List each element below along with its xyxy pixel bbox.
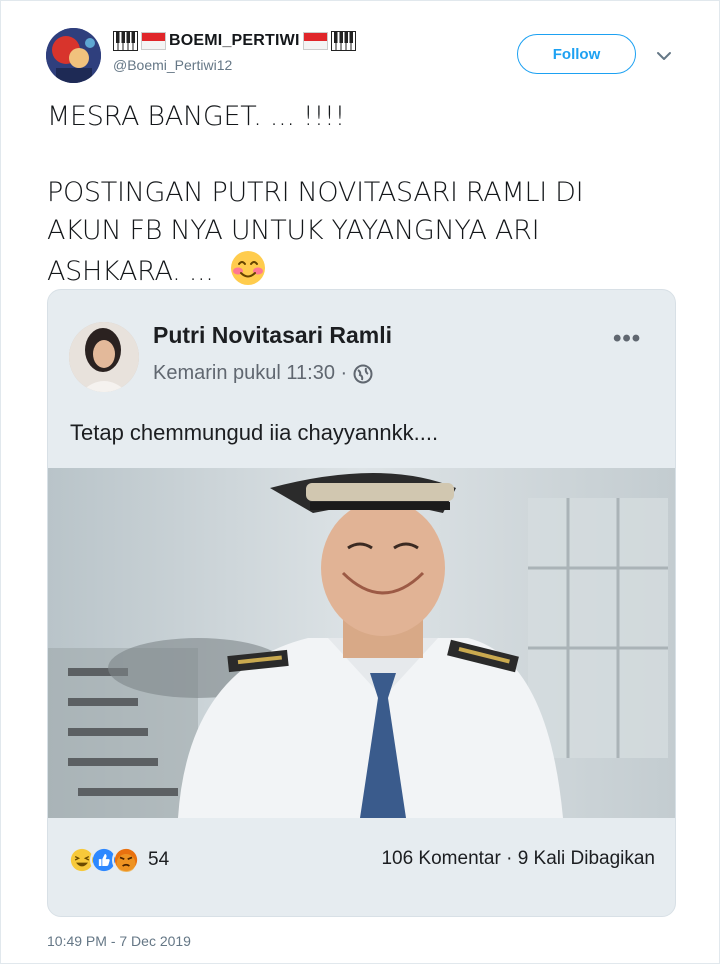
follow-button[interactable]: Follow	[517, 34, 636, 74]
fb-post-time: Kemarin pukul 11:30 ·	[153, 362, 373, 385]
indonesia-flag-icon	[141, 32, 166, 50]
indonesia-flag-icon	[302, 32, 328, 50]
tweet-text: MESRA BANGET. ... !!!! POSTINGAN PUTRI N…	[47, 98, 677, 291]
tweet-text-line: ASHKARA. ...	[47, 250, 677, 291]
fb-more-options: •••	[613, 325, 642, 352]
fb-reactions[interactable]: 54	[68, 846, 169, 874]
fb-post-caption: Tetap chemmungud iia chayyannkk....	[70, 420, 439, 445]
tweet-text-line: POSTINGAN PUTRI NOVITASARI RAMLI DI	[47, 177, 584, 208]
piano-icon	[113, 31, 138, 51]
fb-comment-share-stats[interactable]: 106 Komentar · 9 Kali Dibagikan	[381, 848, 655, 870]
tweet-card: BOEMI_PERTIWI @Boemi_Pertiwi12 Follow ME…	[0, 0, 720, 964]
user-handle[interactable]: @Boemi_Pertiwi12	[113, 57, 232, 73]
fb-author-name: Putri Novitasari Ramli	[153, 322, 393, 348]
chevron-down-icon[interactable]	[653, 45, 675, 67]
tweet-timestamp[interactable]: 10:49 PM - 7 Dec 2019	[47, 933, 191, 949]
embedded-facebook-post[interactable]: Putri Novitasari Ramli Kemarin pukul 11:…	[47, 289, 676, 917]
fb-post-photo	[48, 468, 675, 818]
user-avatar[interactable]	[46, 28, 101, 83]
fb-reaction-count: 54	[148, 849, 170, 870]
fb-time-text: Kemarin pukul 11:30 ·	[153, 362, 348, 384]
tweet-text-fragment: ASHKARA. ...	[47, 256, 214, 287]
display-name: BOEMI_PERTIWI	[169, 32, 300, 49]
smiling-face-icon	[230, 251, 265, 285]
globe-icon	[353, 364, 373, 383]
tweet-text-line: MESRA BANGET. ... !!!!	[47, 101, 346, 132]
fb-author-avatar	[69, 322, 139, 392]
display-name-row[interactable]: BOEMI_PERTIWI	[113, 29, 356, 53]
piano-icon	[330, 31, 356, 51]
angry-reaction-icon	[112, 846, 140, 874]
tweet-text-line: AKUN FB NYA UNTUK YAYANGNYA ARI	[47, 215, 540, 246]
